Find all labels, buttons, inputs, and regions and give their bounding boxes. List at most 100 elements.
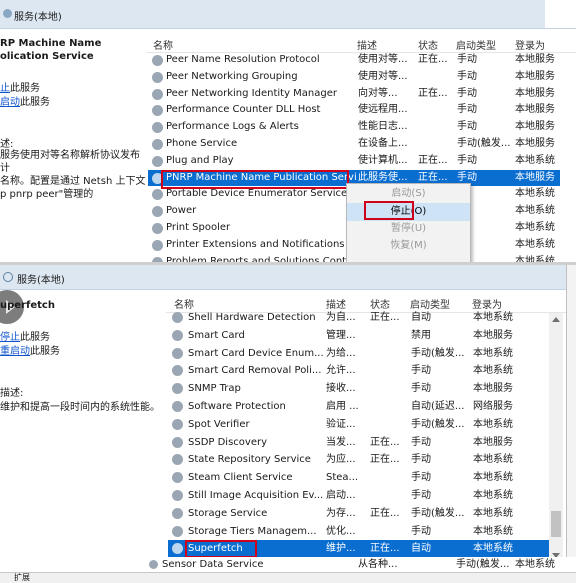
cell-desc: 启用 ...: [326, 401, 359, 412]
cell-startup: 手动: [457, 154, 477, 166]
cell-desc: 使计算机...: [358, 154, 408, 166]
gear-icon: [172, 490, 183, 501]
last-row-name[interactable]: Sensor Data Service: [162, 557, 263, 572]
gear-icon: [172, 347, 183, 359]
table-row[interactable]: Storage Tiers Managem... 优化... 手动 本地系统: [168, 523, 549, 541]
cell-status: 正在...: [418, 154, 448, 166]
table-row[interactable]: SSDP Discovery 当发... 正在... 手动 本地服务: [168, 434, 549, 452]
column-status[interactable]: 状态: [418, 37, 438, 52]
cell-desc: 当发...: [326, 436, 356, 448]
cell-logon: 本地服务: [515, 54, 555, 65]
table-row[interactable]: Smart Card 管理... 禁用 本地服务: [168, 327, 549, 345]
gear-icon: [172, 383, 183, 395]
cell-desc: 为自...: [326, 312, 356, 323]
table-row[interactable]: Software Protection 启用 ... 自动(延迟... 网络服务: [168, 398, 549, 416]
cell-name: Performance Logs & Alerts: [166, 121, 299, 133]
scroll-up-icon[interactable]: [552, 317, 560, 322]
cell-name: Smart Card Device Enum...: [188, 347, 324, 359]
cell-startup: 手动: [411, 383, 431, 395]
top-header-right: [545, 0, 576, 28]
table-row[interactable]: Peer Networking Grouping 使用对等... 手动 本地服务: [148, 69, 560, 86]
cell-name: Software Protection: [188, 401, 286, 412]
table-row[interactable]: Steam Client Service Stea... 手动 本地系统: [168, 469, 549, 487]
scrollbar-thumb[interactable]: [551, 511, 561, 537]
last-row-startup: 手动(触发...: [456, 559, 510, 570]
cell-logon: 本地服务: [515, 104, 555, 116]
gear-icon: [172, 418, 183, 430]
cell-logon: 本地服务: [515, 87, 555, 99]
restart-service-line: 启动此服务: [0, 93, 50, 108]
last-row-desc: 从各种...: [358, 559, 398, 570]
cell-logon: 本地系统: [515, 255, 555, 262]
cell-desc: 为给...: [326, 347, 356, 359]
cell-desc: Stea...: [326, 472, 359, 484]
gear-icon: [152, 88, 163, 100]
gear-icon: [172, 329, 183, 341]
cell-logon: 本地系统: [515, 188, 555, 200]
table-row[interactable]: Peer Networking Identity Manager 向对等... 正在…: [148, 86, 560, 103]
column-startup-type[interactable]: 启动类型: [456, 37, 496, 52]
description-text: 服务使用对等名称解析协议发布计 名称。配置是通过 Netsh 上下文 p pnr…: [0, 149, 146, 201]
cell-name: Still Image Acquisition Ev...: [188, 490, 324, 501]
bottom-restart-link[interactable]: 重启动: [0, 346, 30, 357]
cell-name: Print Spooler: [166, 222, 231, 233]
cell-name: Smart Card Removal Poli...: [188, 365, 322, 377]
table-row[interactable]: Smart Card Removal Poli... 允许... 手动 本地系统: [168, 362, 549, 380]
column-description[interactable]: 描述: [357, 37, 377, 52]
service-title-line1: RP Machine Name: [0, 38, 102, 49]
table-row[interactable]: Phone Service 在设备上... 手动(触发... 本地服务: [148, 136, 560, 153]
table-row[interactable]: Smart Card Device Enum... 为给... 手动(触发... 本地…: [168, 345, 549, 363]
top-highlight-box: [161, 170, 349, 189]
table-row[interactable]: Plug and Play 使计算机... 正在... 手动 本地系统: [148, 153, 560, 170]
top-header-bar: 服务(本地): [0, 0, 576, 29]
menu-item-pause[interactable]: 暂停(U): [347, 220, 470, 238]
table-row[interactable]: SNMP Trap 接收... 手动 本地服务: [168, 380, 549, 398]
description-line3: p pnrp peer"管理的: [0, 189, 94, 200]
gear-icon: [172, 401, 183, 412]
background-window-strip: [567, 265, 576, 582]
table-row[interactable]: Storage Service 为存... 正在... 手动(触发... 本地系统: [168, 505, 549, 523]
gear-icon: [152, 223, 163, 234]
cell-desc: 维护...: [326, 543, 356, 555]
top-services-window: 服务(本地) RP Machine Name olication Service…: [0, 0, 576, 262]
cell-logon: 本地系统: [473, 312, 513, 323]
cell-startup: 手动: [457, 54, 477, 65]
cell-startup: 手动: [411, 472, 431, 484]
cell-logon: 本地服务: [515, 171, 555, 183]
cell-name: Storage Tiers Managem...: [188, 525, 317, 537]
cell-logon: 本地系统: [473, 454, 513, 466]
gear-icon: [172, 543, 183, 555]
cell-desc: 优化...: [326, 525, 356, 537]
table-row[interactable]: Performance Counter DLL Host 使远程用... 手动 本地服…: [148, 102, 560, 119]
bottom-restart-line: 重启动此服务: [0, 342, 60, 357]
column-name[interactable]: 名称: [153, 37, 173, 52]
gear-icon: [149, 560, 158, 569]
menu-item-resume[interactable]: 恢复(M): [347, 237, 470, 255]
cell-logon: 本地系统: [473, 365, 513, 377]
table-row[interactable]: Peer Name Resolution Protocol 使用对等... 正在..…: [148, 52, 560, 69]
gear-icon: [152, 105, 163, 117]
cell-name: Problem Reports and Solutions Control P.…: [166, 255, 356, 262]
cell-name: Shell Hardware Detection: [188, 312, 316, 323]
vertical-scrollbar[interactable]: [549, 313, 563, 563]
restart-service-link[interactable]: 启动: [0, 97, 20, 108]
table-row[interactable]: State Repository Service 为应... 正在... 手动 本地系统: [168, 451, 549, 469]
table-row[interactable]: Shell Hardware Detection 为自... 正在... 自动 本地系统: [168, 309, 549, 327]
cell-logon: 本地服务: [515, 70, 555, 82]
description-line1: 服务使用对等名称解析协议发布计: [0, 150, 140, 174]
cell-desc: 使用对等...: [358, 70, 408, 82]
gear-icon: [172, 472, 183, 484]
cell-logon: 本地系统: [473, 490, 513, 501]
cell-logon: 本地系统: [473, 347, 513, 359]
cell-desc: 为应...: [326, 454, 356, 466]
table-row[interactable]: Spot Verifier 验证... 手动(触发... 本地系统: [168, 416, 549, 434]
table-row[interactable]: Still Image Acquisition Ev... 启动... 手动 本地系统: [168, 487, 549, 505]
cell-status: 正在...: [370, 507, 400, 519]
cell-status: 正在...: [370, 312, 400, 323]
column-logon-as[interactable]: 登录为: [515, 37, 545, 52]
gear-icon: [172, 525, 183, 537]
cell-startup: 手动: [411, 454, 431, 466]
table-row[interactable]: Performance Logs & Alerts 性能日志... 手动 本地服务: [148, 119, 560, 136]
service-title-line2: olication Service: [0, 51, 94, 62]
cell-logon: 本地系统: [473, 472, 513, 484]
